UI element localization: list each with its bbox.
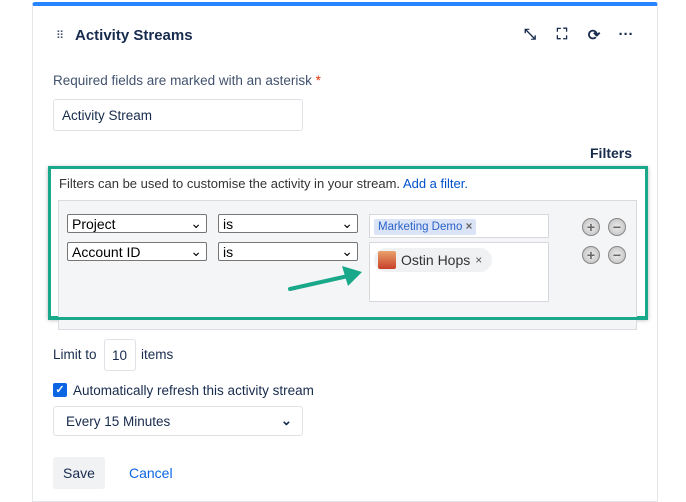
more-icon[interactable]: ··· xyxy=(616,26,636,46)
required-note: Required fields are marked with an aster… xyxy=(53,73,321,88)
filter-value-box[interactable]: Marketing Demo × xyxy=(369,214,549,238)
minimize-icon[interactable]: ⤡ xyxy=(520,26,540,46)
gadget-title: Activity Streams xyxy=(75,27,193,44)
remove-tag-icon[interactable]: × xyxy=(466,221,473,233)
cancel-link[interactable]: Cancel xyxy=(129,465,173,481)
add-filter-link[interactable]: Add a filter. xyxy=(403,176,468,191)
refresh-interval-select[interactable]: Every 15 Minutes ⌄ xyxy=(53,406,303,436)
title-input[interactable]: Activity Stream xyxy=(53,99,303,131)
filter-field-select[interactable]: Account ID ⌄ xyxy=(67,242,207,261)
fullscreen-icon[interactable]: ⛶ xyxy=(552,26,572,46)
add-filter-row-icon[interactable]: + xyxy=(582,218,600,236)
remove-filter-row-icon[interactable]: − xyxy=(608,218,626,236)
filter-value-box[interactable]: Ostin Hops × xyxy=(369,242,549,302)
filter-operator-select[interactable]: is ⌄ xyxy=(218,214,358,233)
remove-user-icon[interactable]: × xyxy=(475,253,482,267)
save-button[interactable]: Save xyxy=(53,457,105,489)
remove-filter-row-icon[interactable]: − xyxy=(608,246,626,264)
refresh-icon[interactable]: ⟳ xyxy=(584,26,604,46)
value-tag: Marketing Demo × xyxy=(374,219,477,235)
filter-operator-select[interactable]: is ⌄ xyxy=(218,242,358,261)
filters-description: Filters can be used to customise the act… xyxy=(59,176,468,191)
add-filter-row-icon[interactable]: + xyxy=(582,246,600,264)
user-tag: Ostin Hops × xyxy=(374,248,493,272)
limit-suffix: items xyxy=(141,347,174,362)
drag-handle-icon[interactable]: ⠿ xyxy=(56,29,64,42)
limit-input[interactable]: 10 xyxy=(104,339,136,371)
auto-refresh-checkbox[interactable]: ✓ xyxy=(53,383,67,397)
limit-prefix: Limit to xyxy=(53,347,97,362)
filter-field-select[interactable]: Project ⌄ xyxy=(67,214,207,233)
auto-refresh-label: Automatically refresh this activity stre… xyxy=(73,383,314,398)
filters-heading: Filters xyxy=(590,145,633,161)
arrow-annotation-icon xyxy=(288,266,362,291)
avatar xyxy=(378,251,396,269)
